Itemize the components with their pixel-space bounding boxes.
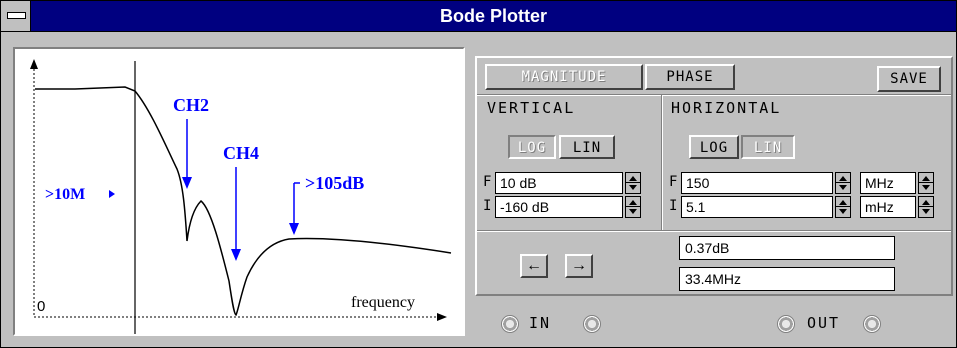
horizontal-initial-unit-spinner[interactable] bbox=[918, 196, 934, 218]
in-terminal-plus[interactable] bbox=[583, 315, 601, 333]
ch4-arrowhead bbox=[231, 249, 241, 261]
vertical-final-field[interactable]: 10 dB bbox=[495, 172, 623, 194]
title-bar[interactable]: Bode Plotter bbox=[1, 1, 956, 32]
left-marker-label: >10M bbox=[45, 186, 85, 203]
horizontal-final-unit-spinner[interactable] bbox=[918, 172, 934, 194]
magnitude-readout: 0.37dB bbox=[679, 236, 895, 260]
bode-plot-svg: CH2 CH4 >10M >105dB 0 frequency bbox=[30, 59, 452, 334]
vertical-log-button[interactable]: LOG bbox=[508, 135, 556, 159]
x-axis-arrowhead bbox=[437, 313, 447, 321]
frequency-readout: 33.4MHz bbox=[679, 267, 895, 291]
panel-divider-highlight bbox=[662, 95, 663, 232]
horizontal-initial-spinner[interactable] bbox=[835, 196, 851, 218]
in-terminal-minus[interactable] bbox=[501, 315, 519, 333]
ch2-label: CH2 bbox=[173, 95, 209, 115]
out-terminal-minus[interactable] bbox=[777, 315, 795, 333]
vertical-lin-button[interactable]: LIN bbox=[559, 135, 615, 159]
vertical-initial-label: I bbox=[483, 198, 492, 214]
right-marker-label: >105dB bbox=[305, 173, 364, 193]
right-marker-arrowhead bbox=[289, 223, 299, 235]
horizontal-lin-button[interactable]: LIN bbox=[741, 135, 795, 159]
in-label: IN bbox=[529, 314, 552, 332]
ch4-label: CH4 bbox=[223, 143, 259, 163]
magnitude-button[interactable]: MAGNITUDE bbox=[485, 64, 643, 90]
horizontal-title: HORIZONTAL bbox=[671, 99, 782, 117]
system-menu-icon[interactable] bbox=[1, 1, 31, 31]
origin-label: 0 bbox=[37, 298, 45, 315]
window-title: Bode Plotter bbox=[439, 6, 547, 26]
vertical-final-spinner[interactable] bbox=[625, 172, 641, 194]
out-label: OUT bbox=[807, 314, 841, 332]
bode-plotter-window: Bode Plotter CH2 CH4 >10M >105dB 0 frequ… bbox=[0, 0, 957, 348]
left-marker-arrowhead bbox=[109, 190, 115, 198]
cursor-left-button[interactable]: ← bbox=[520, 254, 548, 278]
vertical-title: VERTICAL bbox=[487, 99, 576, 117]
horizontal-initial-unit[interactable]: mHz bbox=[860, 196, 916, 218]
horizontal-final-unit[interactable]: MHz bbox=[860, 172, 916, 194]
save-button[interactable]: SAVE bbox=[877, 66, 941, 92]
cursor-right-button[interactable]: → bbox=[565, 254, 593, 278]
separator-highlight bbox=[477, 95, 951, 96]
ch2-arrowhead bbox=[182, 177, 192, 189]
horizontal-final-field[interactable]: 150 bbox=[681, 172, 833, 194]
vertical-initial-spinner[interactable] bbox=[625, 196, 641, 218]
x-axis-label: frequency bbox=[351, 294, 415, 311]
vertical-initial-field[interactable]: -160 dB bbox=[495, 196, 623, 218]
horizontal-log-button[interactable]: LOG bbox=[689, 135, 739, 159]
y-axis-arrowhead bbox=[30, 59, 38, 69]
separator-bottom-highlight bbox=[477, 231, 951, 232]
horizontal-initial-field[interactable]: 5.1 bbox=[681, 196, 833, 218]
horizontal-final-spinner[interactable] bbox=[835, 172, 851, 194]
vertical-final-label: F bbox=[483, 174, 492, 190]
horizontal-final-label: F bbox=[669, 174, 678, 190]
magnitude-curve bbox=[35, 86, 452, 317]
phase-button[interactable]: PHASE bbox=[645, 64, 735, 90]
control-panel: MAGNITUDE PHASE SAVE VERTICAL HORIZONTAL… bbox=[475, 56, 953, 296]
horizontal-initial-label: I bbox=[669, 198, 678, 214]
bode-graph[interactable]: CH2 CH4 >10M >105dB 0 frequency bbox=[13, 47, 465, 336]
out-terminal-plus[interactable] bbox=[863, 315, 881, 333]
